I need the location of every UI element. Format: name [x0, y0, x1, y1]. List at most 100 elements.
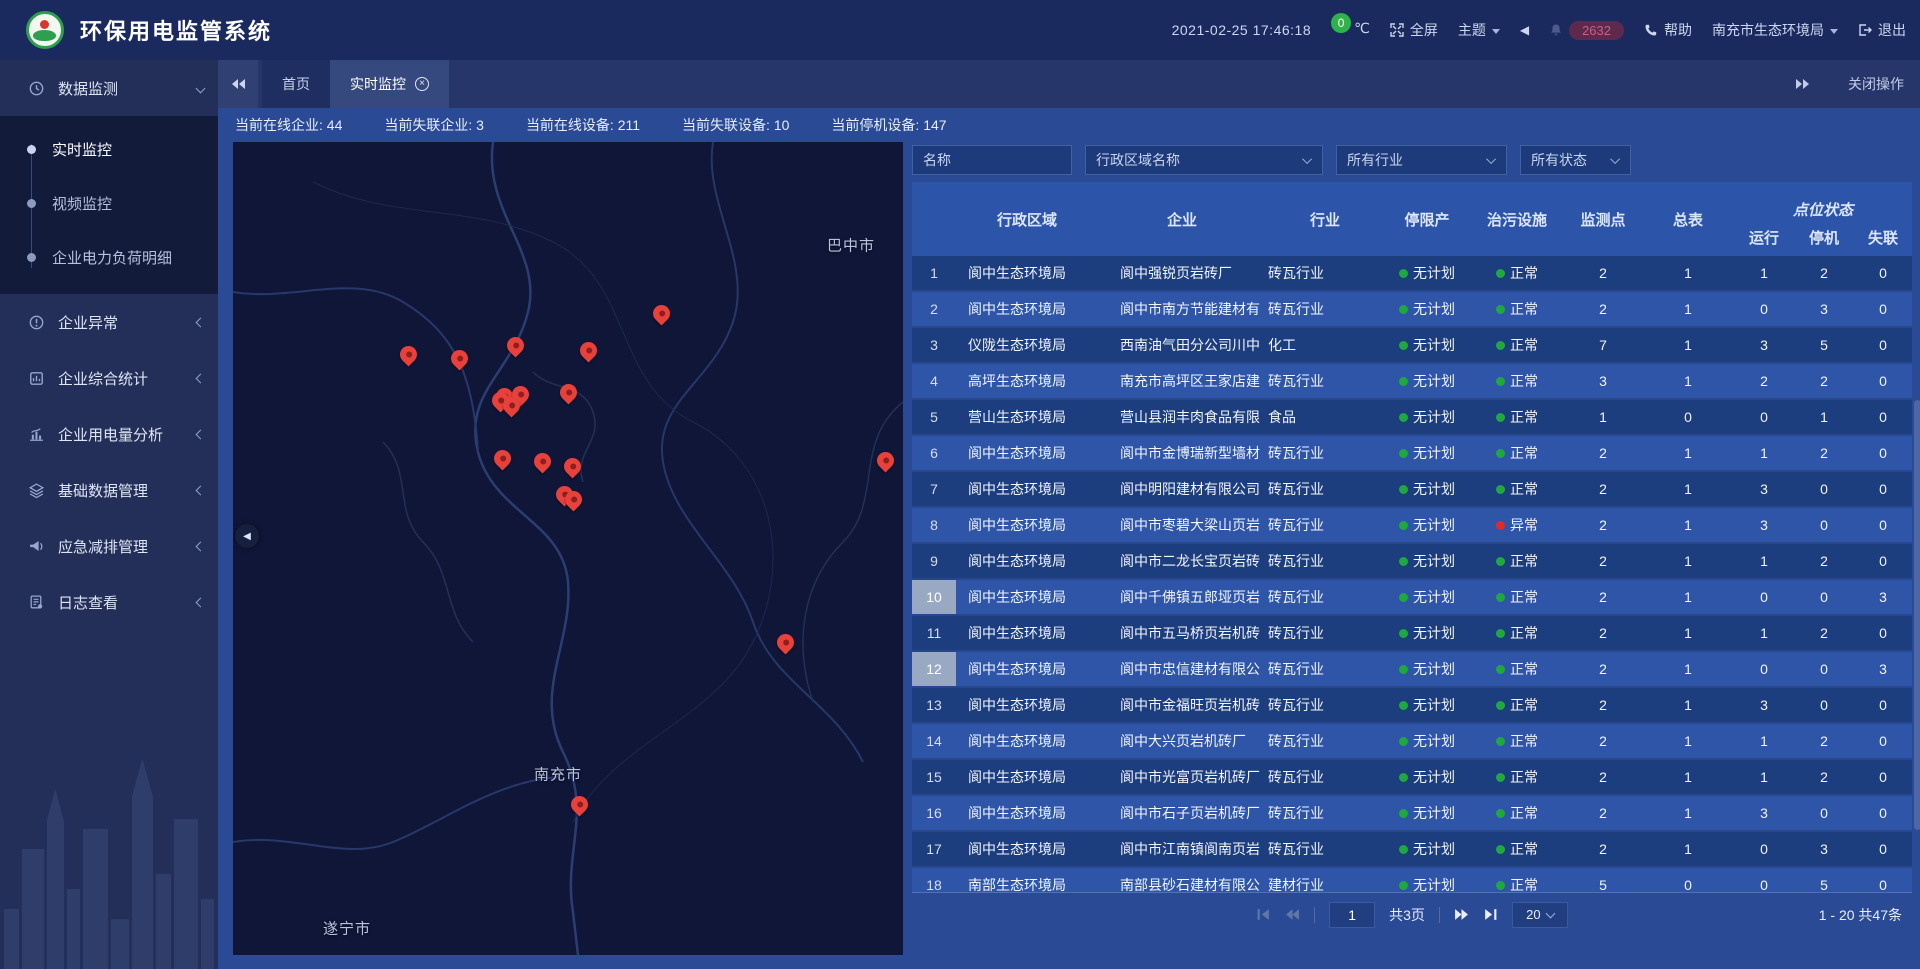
- table-row[interactable]: 13阆中生态环境局阆中市金福旺页岩机砖砖瓦行业无计划正常21300: [912, 688, 1912, 724]
- map-panel[interactable]: 巴中市南充市遂宁市 ◀: [233, 142, 903, 955]
- table-row[interactable]: 3仪陇生态环境局西南油气田分公司川中化工无计划正常71350: [912, 328, 1912, 364]
- table-row[interactable]: 14阆中生态环境局阆中大兴页岩机砖厂砖瓦行业无计划正常21120: [912, 724, 1912, 760]
- last-page-button[interactable]: [1483, 907, 1498, 922]
- cell-total-meter: 1: [1642, 508, 1734, 542]
- sidebar-item-log-view[interactable]: 日志查看: [0, 574, 218, 630]
- cell-facility-status: 正常: [1470, 400, 1564, 434]
- tab-close-icon[interactable]: ×: [415, 77, 429, 91]
- table-row[interactable]: 2阆中生态环境局阆中市南方节能建材有砖瓦行业无计划正常21030: [912, 292, 1912, 328]
- sidebar-item-enterprise-abnormal[interactable]: 企业异常: [0, 294, 218, 350]
- table-row[interactable]: 7阆中生态环境局阆中明阳建材有限公司砖瓦行业无计划正常21300: [912, 472, 1912, 508]
- table-row[interactable]: 5营山生态环境局营山县润丰肉食品有限食品无计划正常10010: [912, 400, 1912, 436]
- cell-lost: 3: [1854, 580, 1912, 614]
- industry-filter-select[interactable]: 所有行业: [1336, 145, 1507, 175]
- row-number[interactable]: 4: [912, 364, 956, 398]
- name-filter-input[interactable]: [912, 145, 1072, 175]
- row-number[interactable]: 17: [912, 832, 956, 866]
- table-row[interactable]: 17阆中生态环境局阆中市江南镇阆南页岩砖瓦行业无计划正常21030: [912, 832, 1912, 868]
- cell-stopped: 0: [1794, 796, 1854, 830]
- logout-button[interactable]: 退出: [1858, 20, 1906, 40]
- status-dot-icon: [1496, 701, 1505, 710]
- column-group-header: 点位状态: [1734, 182, 1912, 222]
- region-filter-select[interactable]: 行政区域名称: [1085, 145, 1323, 175]
- stat-item: 当前失联设备: 10: [682, 115, 789, 135]
- prev-page-button[interactable]: [1285, 907, 1300, 922]
- sidebar-item-power-usage-analysis[interactable]: 企业用电量分析: [0, 406, 218, 462]
- sidebar-item-base-data-management[interactable]: 基础数据管理: [0, 462, 218, 518]
- row-number[interactable]: 16: [912, 796, 956, 830]
- close-operations-button[interactable]: 关闭操作: [1848, 74, 1904, 94]
- table-row[interactable]: 16阆中生态环境局阆中市石子页岩机砖厂砖瓦行业无计划正常21300: [912, 796, 1912, 832]
- status-filter-select[interactable]: 所有状态: [1520, 145, 1631, 175]
- mute-icon[interactable]: ◀: [1520, 23, 1529, 37]
- row-number[interactable]: 6: [912, 436, 956, 470]
- row-number[interactable]: 12: [912, 652, 956, 686]
- row-number[interactable]: 7: [912, 472, 956, 506]
- tabs-forward-button[interactable]: [1794, 77, 1810, 91]
- status-dot-icon: [1496, 881, 1505, 890]
- theme-dropdown[interactable]: 主题: [1458, 20, 1500, 40]
- table-row[interactable]: 15阆中生态环境局阆中市光富页岩机砖厂砖瓦行业无计划正常21120: [912, 760, 1912, 796]
- temperature-badge: 0: [1331, 13, 1351, 33]
- next-page-button[interactable]: [1454, 907, 1469, 922]
- notifications[interactable]: 2632: [1549, 21, 1624, 40]
- row-number[interactable]: 8: [912, 508, 956, 542]
- cell-running: 0: [1734, 652, 1794, 686]
- cell-monitor-count: 2: [1564, 580, 1642, 614]
- map-city-label: 南充市: [534, 764, 582, 785]
- page-size-select[interactable]: 20: [1512, 902, 1568, 928]
- tab-realtime-monitor[interactable]: 实时监控 ×: [330, 60, 449, 108]
- row-number[interactable]: 2: [912, 292, 956, 326]
- org-dropdown[interactable]: 南充市生态环境局: [1712, 20, 1838, 40]
- sidebar-item-emergency-reduction[interactable]: 应急减排管理: [0, 518, 218, 574]
- row-number[interactable]: 10: [912, 580, 956, 614]
- tab-home[interactable]: 首页: [262, 60, 330, 108]
- cell-limit-status: 无计划: [1384, 724, 1470, 758]
- cell-running: 0: [1734, 832, 1794, 866]
- table-row[interactable]: 12阆中生态环境局阆中市忠信建材有限公砖瓦行业无计划正常21003: [912, 652, 1912, 688]
- table-row[interactable]: 18南部生态环境局南部县砂石建材有限公建材行业无计划正常50050: [912, 868, 1912, 892]
- table-row[interactable]: 9阆中生态环境局阆中市二龙长宝页岩砖砖瓦行业无计划正常21120: [912, 544, 1912, 580]
- row-number[interactable]: 13: [912, 688, 956, 722]
- row-number[interactable]: 9: [912, 544, 956, 578]
- cell-company: 阆中市金博瑞新型墙材: [1098, 436, 1266, 470]
- pagination-bar: 共3页 20 1 - 20 共47条: [912, 892, 1912, 936]
- cell-region: 阆中生态环境局: [956, 652, 1098, 686]
- sidebar-subitem-realtime-monitor[interactable]: 实时监控: [0, 122, 218, 176]
- cell-stopped: 0: [1794, 652, 1854, 686]
- map-city-label: 遂宁市: [323, 918, 371, 939]
- row-number[interactable]: 14: [912, 724, 956, 758]
- row-number[interactable]: 11: [912, 616, 956, 650]
- cell-lost: 0: [1854, 400, 1912, 434]
- sidebar-item-data-monitoring[interactable]: 数据监测: [0, 60, 218, 116]
- row-number[interactable]: 3: [912, 328, 956, 362]
- page-number-input[interactable]: [1329, 902, 1375, 928]
- stat-value: 10: [774, 117, 790, 133]
- status-dot-icon: [1399, 845, 1408, 854]
- cell-region: 阆中生态环境局: [956, 688, 1098, 722]
- fullscreen-button[interactable]: 全屏: [1390, 20, 1438, 40]
- status-dot-icon: [1496, 557, 1505, 566]
- row-number[interactable]: 1: [912, 256, 956, 290]
- table-scrollbar[interactable]: [1914, 400, 1920, 830]
- status-dot-icon: [1496, 341, 1505, 350]
- first-page-button[interactable]: [1256, 907, 1271, 922]
- table-row[interactable]: 4高坪生态环境局南充市高坪区王家店建砖瓦行业无计划正常31220: [912, 364, 1912, 400]
- tabs-back-button[interactable]: [218, 60, 258, 108]
- row-number[interactable]: 15: [912, 760, 956, 794]
- column-subheader: 停机: [1794, 222, 1854, 256]
- sidebar-subitem-power-load-detail[interactable]: 企业电力负荷明细: [0, 230, 218, 284]
- help-button[interactable]: 帮助: [1644, 20, 1692, 40]
- cell-monitor-count: 2: [1564, 652, 1642, 686]
- chevron-left-icon: [196, 541, 206, 551]
- sidebar-item-enterprise-statistics[interactable]: 企业综合统计: [0, 350, 218, 406]
- table-row[interactable]: 11阆中生态环境局阆中市五马桥页岩机砖砖瓦行业无计划正常21120: [912, 616, 1912, 652]
- table-row[interactable]: 8阆中生态环境局阆中市枣碧大梁山页岩砖瓦行业无计划异常21300: [912, 508, 1912, 544]
- table-row[interactable]: 10阆中生态环境局阆中千佛镇五郎垭页岩砖瓦行业无计划正常21003: [912, 580, 1912, 616]
- table-row[interactable]: 1阆中生态环境局阆中强锐页岩砖厂砖瓦行业无计划正常21120: [912, 256, 1912, 292]
- table-row[interactable]: 6阆中生态环境局阆中市金博瑞新型墙材砖瓦行业无计划正常21120: [912, 436, 1912, 472]
- row-number[interactable]: 5: [912, 400, 956, 434]
- row-number[interactable]: 18: [912, 868, 956, 892]
- map-collapse-handle[interactable]: ◀: [235, 524, 259, 548]
- sidebar-subitem-video-monitor[interactable]: 视频监控: [0, 176, 218, 230]
